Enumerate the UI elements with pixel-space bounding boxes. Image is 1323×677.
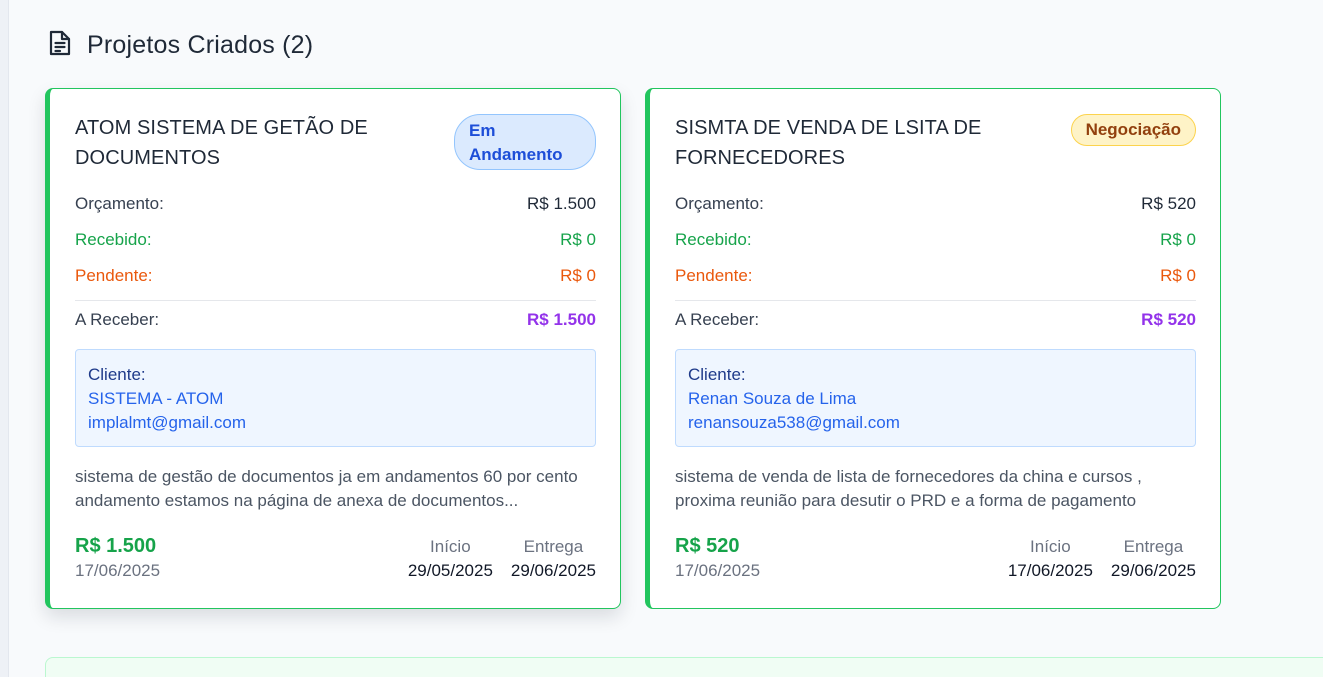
pending-label: Pendente:: [75, 266, 153, 285]
status-badge: Em Andamento: [454, 114, 596, 170]
status-badge: Negociação: [1070, 114, 1196, 146]
pending-value: R$ 0: [1160, 266, 1196, 285]
budget-row: Orçamento: R$ 520: [675, 193, 1196, 215]
created-date: 17/06/2025: [675, 561, 761, 580]
client-label: Cliente:: [88, 365, 146, 384]
pending-row: Pendente: R$ 0: [75, 265, 596, 287]
pending-row: Pendente: R$ 0: [675, 265, 1196, 287]
to-receive-value: R$ 520: [1141, 310, 1196, 329]
card-footer: R$ 520 17/06/2025 Início 17/06/2025 Entr…: [675, 533, 1196, 583]
delivery-date: Entrega 29/06/2025: [1111, 533, 1196, 583]
to-receive-label: A Receber:: [75, 310, 160, 329]
client-email: implalmt@gmail.com: [88, 413, 247, 432]
delivery-value: 29/06/2025: [1110, 561, 1196, 580]
project-card[interactable]: ATOM SISTEMA DE GETÃO DE DOCUMENTOS Em A…: [45, 88, 621, 609]
project-total: R$ 520: [675, 535, 740, 557]
start-date: Início 17/06/2025: [1008, 533, 1093, 583]
received-row: Recebido: R$ 0: [675, 229, 1196, 251]
delivery-label: Entrega: [523, 537, 584, 556]
received-value: R$ 0: [1160, 230, 1196, 249]
client-info: Cliente: SISTEMA - ATOM implalmt@gmail.c…: [75, 349, 596, 447]
to-receive-value: R$ 1.500: [527, 310, 596, 329]
pending-value: R$ 0: [560, 266, 596, 285]
delivery-value: 29/06/2025: [510, 561, 596, 580]
project-total: R$ 1.500: [75, 535, 157, 557]
section-header: Projetos Criados (2): [47, 28, 313, 62]
section-title: Projetos Criados (2): [87, 30, 314, 59]
budget-label: Orçamento:: [675, 194, 764, 213]
start-date: Início 29/05/2025: [408, 533, 493, 583]
budget-value: R$ 520: [1141, 194, 1196, 213]
project-card[interactable]: SISMTA DE VENDA DE LSITA DE FORNECEDORES…: [645, 88, 1221, 609]
start-value: 17/06/2025: [1007, 561, 1093, 580]
budget-label: Orçamento:: [75, 194, 164, 213]
project-description: sistema de venda de lista de fornecedore…: [675, 467, 1142, 510]
pending-label: Pendente:: [675, 266, 753, 285]
to-receive-label: A Receber:: [675, 310, 760, 329]
delivery-date: Entrega 29/06/2025: [511, 533, 596, 583]
card-footer: R$ 1.500 17/06/2025 Início 29/05/2025 En…: [75, 533, 596, 583]
delivery-label: Entrega: [1123, 537, 1184, 556]
start-value: 29/05/2025: [407, 561, 493, 580]
client-label: Cliente:: [688, 365, 746, 384]
created-date: 17/06/2025: [75, 561, 161, 580]
to-receive-row: A Receber: R$ 1.500: [75, 309, 596, 331]
project-title: ATOM SISTEMA DE GETÃO DE DOCUMENTOS: [75, 117, 368, 169]
received-row: Recebido: R$ 0: [75, 229, 596, 251]
client-info: Cliente: Renan Souza de Lima renansouza5…: [675, 349, 1196, 447]
to-receive-row: A Receber: R$ 520: [675, 309, 1196, 331]
received-value: R$ 0: [560, 230, 596, 249]
divider: [675, 300, 1196, 301]
next-section-panel: [45, 657, 1323, 677]
client-email: renansouza538@gmail.com: [688, 413, 900, 432]
divider: [75, 300, 596, 301]
start-label: Início: [430, 537, 471, 556]
received-label: Recebido:: [675, 230, 752, 249]
budget-row: Orçamento: R$ 1.500: [75, 193, 596, 215]
start-label: Início: [1030, 537, 1071, 556]
received-label: Recebido:: [75, 230, 152, 249]
client-name: SISTEMA - ATOM: [88, 389, 224, 408]
project-description: sistema de gestão de documentos ja em an…: [75, 467, 578, 510]
client-name: Renan Souza de Lima: [688, 389, 857, 408]
document-icon: [47, 29, 73, 62]
sidebar-edge: [0, 0, 9, 677]
budget-value: R$ 1.500: [527, 194, 596, 213]
project-title: SISMTA DE VENDA DE LSITA DE FORNECEDORES: [675, 117, 982, 169]
